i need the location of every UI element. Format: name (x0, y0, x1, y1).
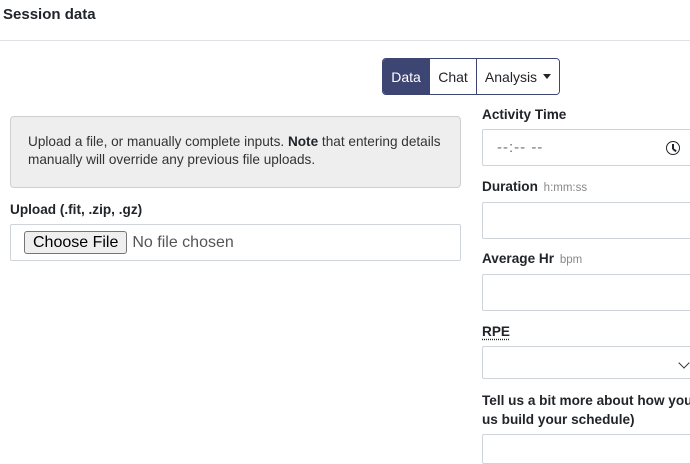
tab-analysis-dropdown[interactable]: Analysis (476, 59, 559, 94)
activity-time-label: Activity Time (482, 107, 567, 122)
rpe-select[interactable] (482, 346, 690, 379)
notes-label-line2: us build your schedule) (482, 412, 635, 427)
duration-label-text: Duration (482, 179, 538, 194)
clock-icon[interactable] (666, 141, 680, 155)
file-status-text: No file chosen (132, 233, 234, 251)
notes-textarea[interactable] (482, 434, 690, 464)
view-tabs: Data Chat Analysis (382, 58, 560, 95)
activity-time-input[interactable]: --:-- -- (482, 129, 690, 166)
average-hr-hint: bpm (559, 254, 583, 266)
alert-note-bold: Note (287, 134, 319, 149)
rpe-label: RPE (482, 324, 510, 339)
average-hr-label-text: Average Hr (482, 251, 555, 266)
tab-data[interactable]: Data (383, 59, 429, 94)
caret-down-icon (543, 74, 552, 79)
duration-input[interactable] (482, 202, 690, 239)
activity-time-placeholder: --:-- -- (497, 139, 544, 156)
notes-label: Tell us a bit more about how you f us bu… (482, 391, 690, 429)
page-header: Session data (0, 0, 690, 41)
tab-analysis-label: Analysis (484, 68, 538, 85)
average-hr-label: Average Hr bpm (482, 251, 582, 266)
chevron-down-icon (678, 357, 690, 369)
duration-hint: h:mm:ss (543, 182, 588, 194)
tab-chat[interactable]: Chat (429, 59, 476, 94)
alert-text-start: Upload a file, or manually complete inpu… (28, 134, 288, 149)
notes-label-line1: Tell us a bit more about how you f (482, 393, 690, 408)
average-hr-input[interactable] (482, 274, 690, 311)
upload-label: Upload (.fit, .zip, .gz) (10, 202, 143, 217)
info-alert: Upload a file, or manually complete inpu… (10, 116, 461, 188)
file-upload-input[interactable]: Choose File No file chosen (10, 224, 461, 261)
duration-label: Duration h:mm:ss (482, 179, 587, 194)
choose-file-button[interactable]: Choose File (24, 231, 128, 254)
page-title: Session data (3, 6, 96, 23)
